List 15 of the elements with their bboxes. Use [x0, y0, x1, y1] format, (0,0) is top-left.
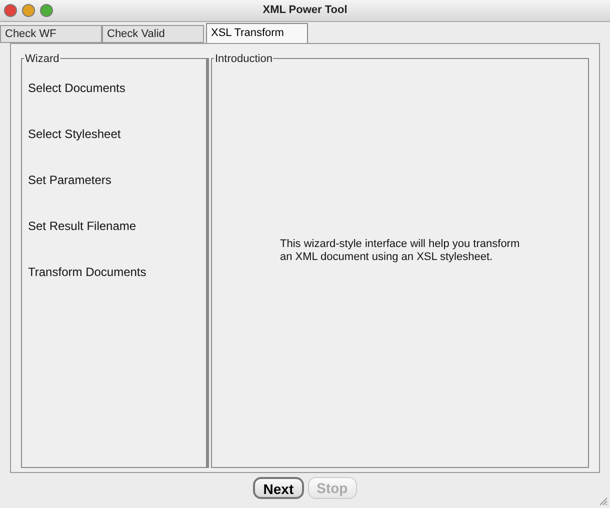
window-control-icon[interactable] [40, 4, 53, 17]
introduction-text: This wizard-style interface will help you transform an XML document using an XSL stylesheet. [280, 238, 520, 264]
wizard-step: Select Documents [28, 79, 206, 97]
tab[interactable]: Check Valid [102, 25, 204, 43]
tab[interactable]: Check WF [0, 25, 102, 43]
wizard-step: Set Parameters [28, 171, 206, 189]
wizard-step: Transform Documents [28, 263, 206, 281]
next-button[interactable]: Next [253, 477, 304, 499]
wizard-step: Select Stylesheet [28, 125, 206, 143]
wizard-step: Set Result Filename [28, 217, 206, 235]
resize-grip-icon[interactable] [598, 496, 608, 506]
tab[interactable]: XSL Transform [206, 23, 308, 43]
window-title: XML Power Tool [262, 3, 348, 18]
window-control-icon[interactable] [4, 4, 17, 17]
window-control-icon[interactable] [22, 4, 35, 17]
